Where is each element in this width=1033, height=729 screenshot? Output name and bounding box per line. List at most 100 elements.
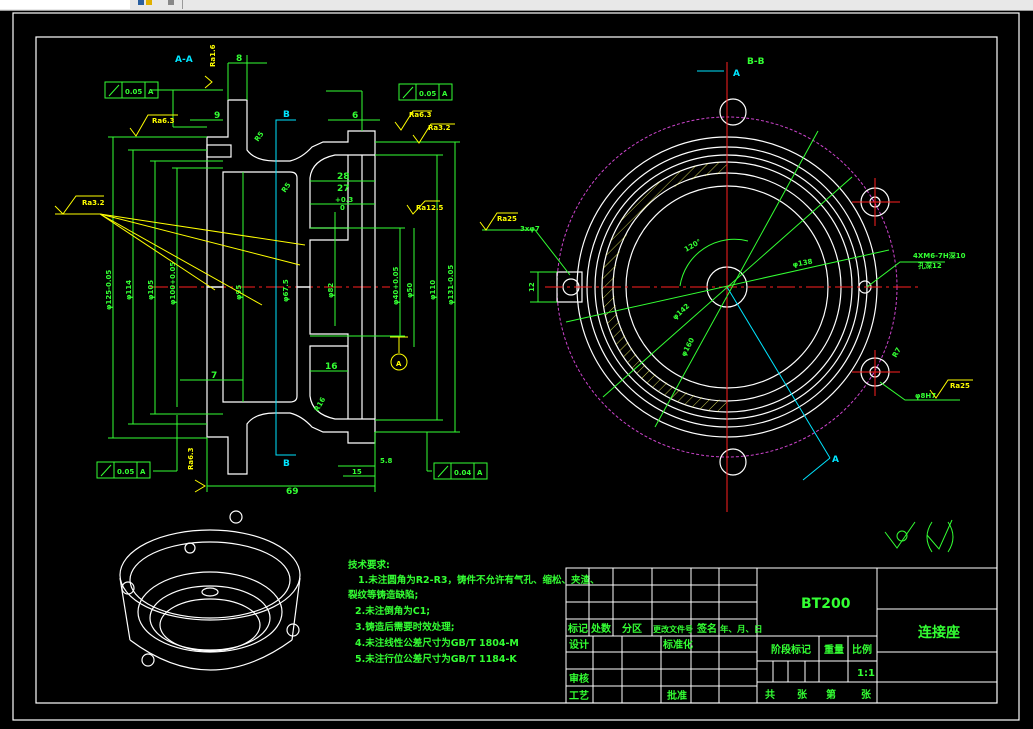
dim-tol-0: 0 xyxy=(340,204,345,212)
lug-top xyxy=(719,98,747,126)
sheet-label: 张 xyxy=(797,688,808,701)
weight-label: 重量 xyxy=(824,643,844,656)
sheet-label: 张 xyxy=(861,688,872,701)
scale-value: 1:1 xyxy=(857,668,875,679)
circle-view: B-B A A 120° φ138 φ142 φ160 3xφ7 Ra25 4X… xyxy=(479,57,973,512)
dim-16: 16 xyxy=(325,362,338,372)
cut-marker-bottom: B xyxy=(283,459,290,469)
section-upper-half xyxy=(206,99,376,288)
dim-8: 8 xyxy=(236,54,242,64)
view-marker-bottom: A xyxy=(832,455,839,465)
dim-69: 69 xyxy=(286,487,299,497)
dim-3-holes: 3xφ7 xyxy=(520,225,540,233)
part-name: 连接座 xyxy=(918,624,960,641)
dim-tapped-depth: 孔深12 xyxy=(918,261,942,270)
dim-tol: +0.3 xyxy=(335,196,353,204)
dim-phi82: φ82 xyxy=(327,283,335,298)
material: BT200 xyxy=(801,596,851,612)
toolbar-divider xyxy=(182,0,183,9)
dim-28: 28 xyxy=(337,172,350,182)
dim-r25: R5 xyxy=(253,130,266,143)
dim-phi100: φ100+0.05 xyxy=(169,262,177,305)
dim-phi131: φ131-0.05 xyxy=(447,265,455,305)
roughness-label: Ra12.5 xyxy=(416,204,444,212)
roughness-label: Ra1.6 xyxy=(209,44,217,67)
svg-text:0.05: 0.05 xyxy=(125,88,142,96)
roughness-label: Ra25 xyxy=(950,382,970,390)
roughness-label: Ra6.3 xyxy=(187,447,195,470)
lug-bottom xyxy=(719,448,747,476)
tech-line: 1.未注圆角为R2-R3，铸件不允许有气孔、缩松、夹渣、 xyxy=(358,574,600,586)
svg-text:A: A xyxy=(140,468,146,476)
circle-dimension-lines xyxy=(482,130,960,428)
stage-label: 阶段标记 xyxy=(771,643,811,656)
dim-phi105: φ105 xyxy=(147,280,155,300)
datum-label: A xyxy=(396,360,402,368)
dim-phi114: φ114 xyxy=(125,280,133,300)
roughness-label: Ra3.2 xyxy=(428,124,451,132)
sheet-label: 共 xyxy=(765,688,775,701)
review-label: 审核 xyxy=(569,672,589,685)
svg-text:0.05: 0.05 xyxy=(117,468,134,476)
roughness-label: Ra3.2 xyxy=(82,199,105,207)
scale-label: 比例 xyxy=(852,643,872,656)
layer-icon[interactable] xyxy=(146,0,152,5)
technical-requirements: 技术要求: 1.未注圆角为R2-R3，铸件不允许有气孔、缩松、夹渣、 裂纹等铸造… xyxy=(347,559,600,665)
title-block: 标记 处数 分区 更改文件号 签名 年、月、日 设计 标准化 审核 工艺 批准 … xyxy=(565,567,998,704)
roughness-label: Ra6.3 xyxy=(409,111,432,119)
view-marker-top: A xyxy=(733,69,740,79)
sheet-label: 第 xyxy=(826,688,836,701)
tolerance-frame: 0.05 A xyxy=(104,81,159,99)
dim-tapped: 4XM6-7H深10 xyxy=(913,251,966,260)
isometric-view xyxy=(119,510,301,671)
tolerance-frame: 0.05 A xyxy=(96,461,151,479)
dim-27: 27 xyxy=(337,184,350,194)
tolerance-frame: 0.04 A xyxy=(433,462,488,480)
svg-text:0.04: 0.04 xyxy=(454,469,471,477)
dim-r7: R7 xyxy=(891,346,903,359)
section-view: A-A B B 8 9 6 R5 R5 28 27 +0.3 0 φ125-0.… xyxy=(54,44,488,497)
approve-label: 批准 xyxy=(667,689,687,702)
settings-icon[interactable] xyxy=(168,0,174,5)
dim-12: 12 xyxy=(528,282,536,292)
circle-view-title: B-B xyxy=(747,57,765,67)
rev-header: 处数 xyxy=(590,622,612,635)
design-label: 设计 xyxy=(569,638,589,651)
svg-text:A: A xyxy=(148,88,154,96)
command-input[interactable] xyxy=(0,0,130,9)
svg-text:A: A xyxy=(442,90,448,98)
rev-header: 标记 xyxy=(567,622,588,635)
dim-phi125: φ125-0.05 xyxy=(105,270,113,310)
dim-15: 15 xyxy=(352,468,362,476)
tolerance-frame: 0.05 A xyxy=(398,83,453,101)
dim-r16: R16 xyxy=(313,396,328,413)
rev-header: 签名 xyxy=(696,622,717,635)
rev-header: 分区 xyxy=(622,622,642,635)
arrow-icon[interactable] xyxy=(138,0,144,5)
tech-line: 5.未注行位公差尺寸为GB/T 1184-K xyxy=(355,653,517,665)
tech-heading: 技术要求: xyxy=(348,559,390,571)
dim-phi142: φ142 xyxy=(671,302,691,321)
roughness-label: Ra6.3 xyxy=(152,117,175,125)
surface-finish-note xyxy=(884,519,954,553)
rev-header: 年、月、日 xyxy=(720,624,763,635)
dim-phi675: φ67.5 xyxy=(282,279,290,302)
dim-6: 6 xyxy=(352,111,358,121)
dim-5-8: 5.8 xyxy=(380,457,393,465)
rev-header: 更改文件号 xyxy=(653,624,693,634)
dim-7: 7 xyxy=(211,371,217,381)
cut-marker-top: B xyxy=(283,110,290,120)
drawing-canvas[interactable]: A-A B B 8 9 6 R5 R5 28 27 +0.3 0 φ125-0.… xyxy=(0,10,1033,729)
dim-phi160: φ160 xyxy=(680,336,697,358)
section-title: A-A xyxy=(175,55,193,65)
tech-line: 3.铸造后需要时效处理; xyxy=(355,621,455,633)
svg-text:0.05: 0.05 xyxy=(419,90,436,98)
process-label: 工艺 xyxy=(569,689,589,702)
dim-phi40: φ40+0.05 xyxy=(392,267,400,305)
tech-line: 裂纹等铸造缺陷; xyxy=(347,589,418,601)
roughness-label: Ra25 xyxy=(497,215,517,223)
dim-phi50: φ50 xyxy=(406,283,414,298)
standardization-label: 标准化 xyxy=(662,638,693,651)
dim-r26: R5 xyxy=(280,181,293,194)
svg-text:A: A xyxy=(477,469,483,477)
